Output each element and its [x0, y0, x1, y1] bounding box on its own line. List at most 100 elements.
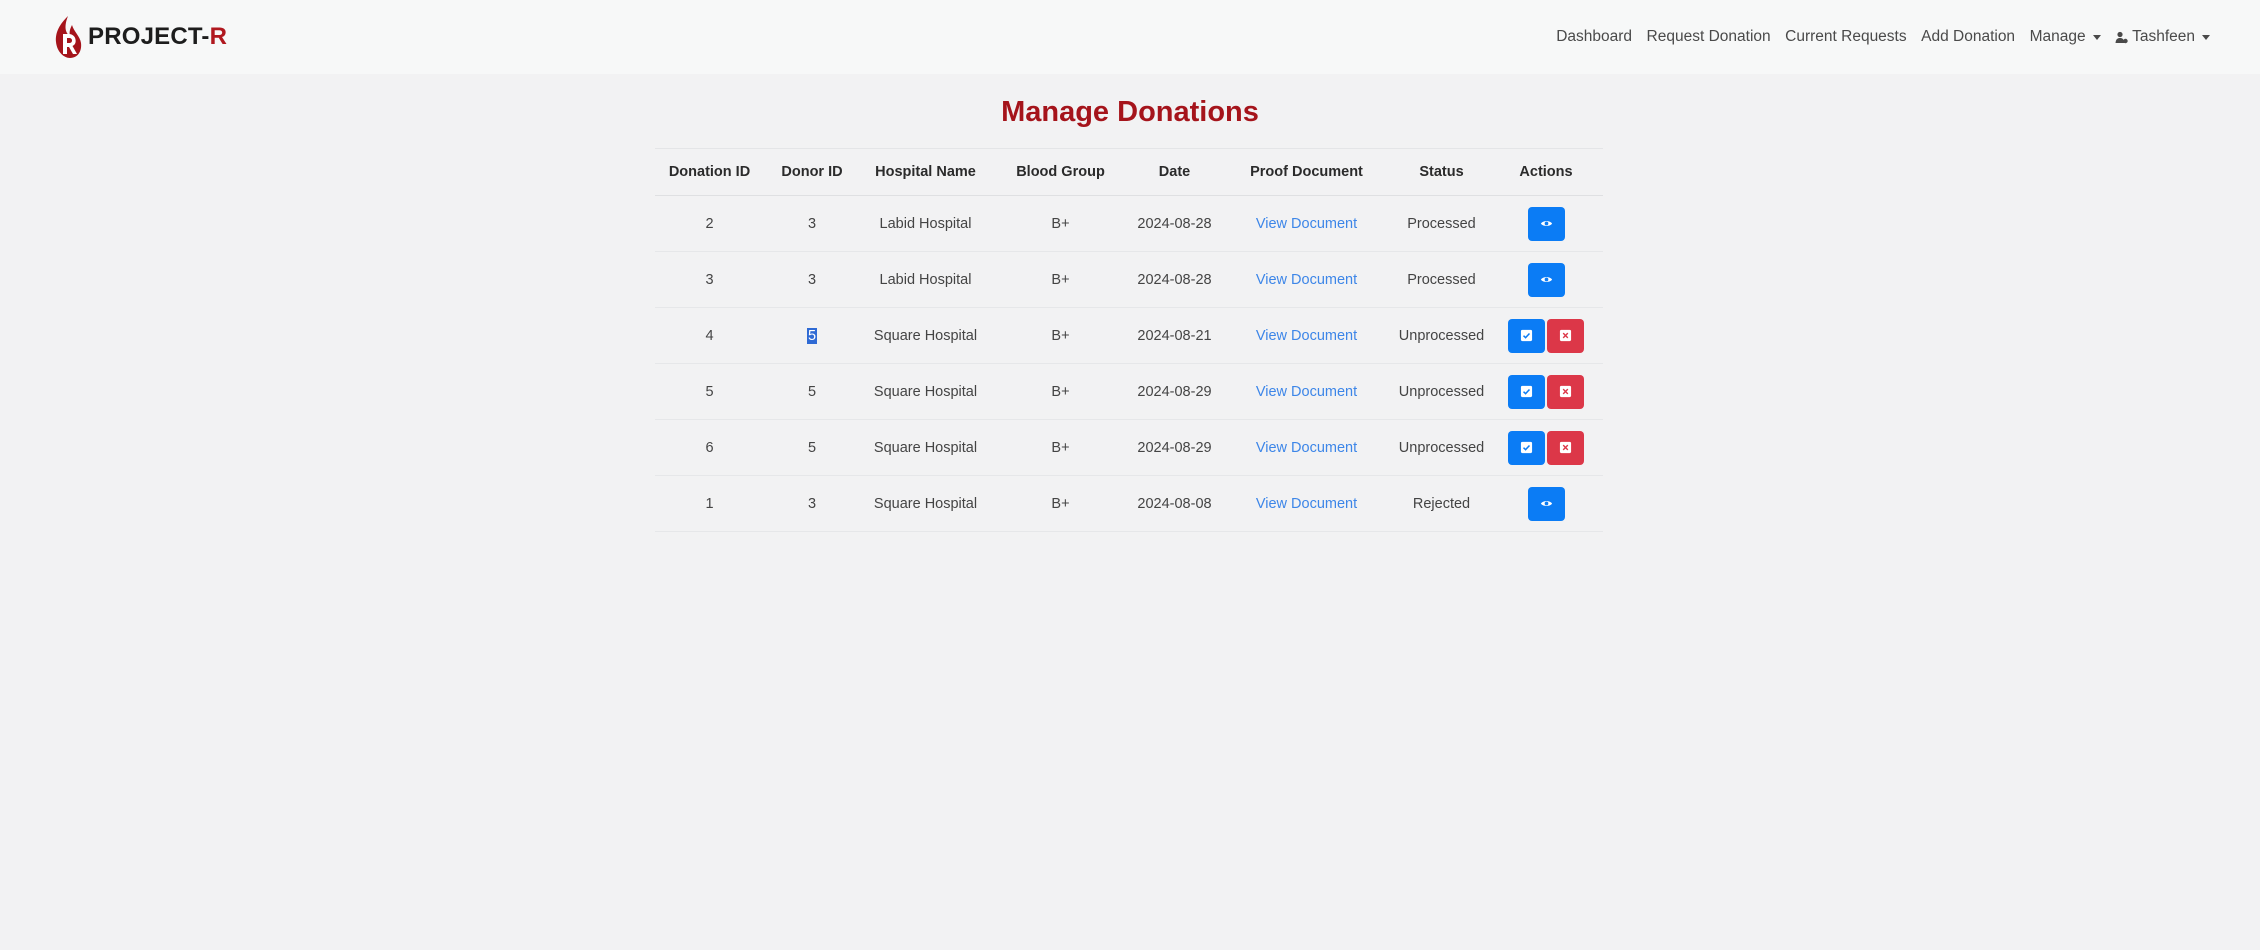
- cell-donor-id: 3: [764, 195, 860, 252]
- donations-table: Donation ID Donor ID Hospital Name Blood…: [655, 148, 1603, 532]
- col-header-donor-id: Donor ID: [764, 148, 860, 196]
- nav-user-dropdown[interactable]: Tashfeen: [2115, 28, 2210, 46]
- cell-proof-document: View Document: [1219, 251, 1394, 308]
- cell-donor-id: 3: [764, 475, 860, 532]
- cell-actions: [1489, 195, 1603, 252]
- reject-button[interactable]: [1547, 374, 1584, 409]
- cell-status: Rejected: [1394, 475, 1489, 532]
- check-square-icon: [1520, 329, 1533, 342]
- cell-status: Processed: [1394, 251, 1489, 308]
- flame-r-logo-icon: [55, 16, 82, 58]
- view-document-link[interactable]: View Document: [1256, 440, 1357, 456]
- cell-proof-document: View Document: [1219, 307, 1394, 364]
- eye-icon: [1540, 497, 1553, 510]
- cell-donor-id: 5: [764, 307, 860, 364]
- cell-donation-id: 5: [655, 363, 764, 420]
- cell-date: 2024-08-08: [1130, 475, 1219, 532]
- cell-hospital-name: Square Hospital: [860, 307, 991, 364]
- table-row: 3 3 Labid Hospital B+ 2024-08-28 View Documen…: [655, 251, 1603, 308]
- view-document-link[interactable]: View Document: [1256, 272, 1357, 288]
- cell-date: 2024-08-29: [1130, 363, 1219, 420]
- cell-blood-group: B+: [991, 475, 1130, 532]
- cell-blood-group: B+: [991, 419, 1130, 476]
- view-document-link[interactable]: View Document: [1256, 384, 1357, 400]
- cell-hospital-name: Square Hospital: [860, 363, 991, 420]
- check-square-icon: [1520, 441, 1533, 454]
- cell-status: Unprocessed: [1394, 363, 1489, 420]
- cell-proof-document: View Document: [1219, 475, 1394, 532]
- chevron-down-icon: [2202, 34, 2210, 40]
- nav-request-donation[interactable]: Request Donation: [1647, 28, 1771, 46]
- cell-blood-group: B+: [991, 363, 1130, 420]
- cell-donor-id: 3: [764, 251, 860, 308]
- nav-current-requests[interactable]: Current Requests: [1785, 28, 1906, 46]
- cell-actions: [1489, 419, 1603, 476]
- col-header-hospital-name: Hospital Name: [860, 148, 991, 196]
- cell-actions: [1489, 307, 1603, 364]
- cell-date: 2024-08-28: [1130, 195, 1219, 252]
- table-row: 1 3 Square Hospital B+ 2024-08-08 View Docume…: [655, 475, 1603, 532]
- table-header-row: Donation ID Donor ID Hospital Name Blood…: [655, 148, 1603, 196]
- approve-button[interactable]: [1508, 430, 1545, 465]
- cell-status: Unprocessed: [1394, 419, 1489, 476]
- table-body: 2 3 Labid Hospital B+ 2024-08-28 View Documen…: [655, 195, 1603, 532]
- top-navbar: PROJECT-R Dashboard Request Donation Cur…: [0, 0, 2260, 74]
- nav-add-donation[interactable]: Add Donation: [1921, 28, 2015, 46]
- nav-links: Dashboard Request Donation Current Reque…: [1542, 28, 2210, 46]
- reject-button[interactable]: [1547, 318, 1584, 353]
- view-document-link[interactable]: View Document: [1256, 328, 1357, 344]
- col-header-date: Date: [1130, 148, 1219, 196]
- cell-proof-document: View Document: [1219, 195, 1394, 252]
- view-button[interactable]: [1527, 206, 1565, 241]
- cell-blood-group: B+: [991, 195, 1130, 252]
- cell-hospital-name: Square Hospital: [860, 475, 991, 532]
- cell-blood-group: B+: [991, 251, 1130, 308]
- table-row: 2 3 Labid Hospital B+ 2024-08-28 View Documen…: [655, 195, 1603, 252]
- x-square-icon: [1559, 441, 1572, 454]
- cell-donation-id: 1: [655, 475, 764, 532]
- cell-status: Processed: [1394, 195, 1489, 252]
- cell-status: Unprocessed: [1394, 307, 1489, 364]
- x-square-icon: [1559, 329, 1572, 342]
- approve-button[interactable]: [1508, 318, 1545, 353]
- cell-donor-id: 5: [764, 419, 860, 476]
- view-document-link[interactable]: View Document: [1256, 496, 1357, 512]
- cell-date: 2024-08-29: [1130, 419, 1219, 476]
- page-title: Manage Donations: [1001, 96, 1259, 128]
- view-button[interactable]: [1527, 486, 1565, 521]
- eye-icon: [1540, 217, 1553, 230]
- cell-proof-document: View Document: [1219, 419, 1394, 476]
- x-square-icon: [1559, 385, 1572, 398]
- brand-name: PROJECT-R: [88, 23, 228, 50]
- cell-actions: [1489, 251, 1603, 308]
- approve-button[interactable]: [1508, 374, 1545, 409]
- col-header-donation-id: Donation ID: [655, 148, 764, 196]
- eye-icon: [1540, 273, 1553, 286]
- cell-donation-id: 3: [655, 251, 764, 308]
- cell-date: 2024-08-21: [1130, 307, 1219, 364]
- cell-donation-id: 2: [655, 195, 764, 252]
- nav-user-name: Tashfeen: [2132, 28, 2195, 45]
- table-row: 6 5 Square Hospital B+ 2024-08-29 View Docume…: [655, 419, 1603, 476]
- cell-hospital-name: Labid Hospital: [860, 195, 991, 252]
- view-button[interactable]: [1527, 262, 1565, 297]
- cell-proof-document: View Document: [1219, 363, 1394, 420]
- cell-donor-id: 5: [764, 363, 860, 420]
- chevron-down-icon: [2092, 34, 2101, 40]
- cell-date: 2024-08-28: [1130, 251, 1219, 308]
- col-header-proof-document: Proof Document: [1219, 148, 1394, 196]
- view-document-link[interactable]: View Document: [1256, 216, 1357, 232]
- cell-hospital-name: Square Hospital: [860, 419, 991, 476]
- col-header-status: Status: [1394, 148, 1489, 196]
- cell-actions: [1489, 363, 1603, 420]
- cell-donation-id: 6: [655, 419, 764, 476]
- donor-id-selection: 5: [806, 327, 818, 344]
- reject-button[interactable]: [1547, 430, 1584, 465]
- cell-blood-group: B+: [991, 307, 1130, 364]
- nav-manage-dropdown[interactable]: Manage: [2030, 28, 2101, 46]
- nav-dashboard[interactable]: Dashboard: [1556, 28, 1632, 46]
- col-header-blood-group: Blood Group: [991, 148, 1130, 196]
- col-header-actions: Actions: [1489, 148, 1603, 196]
- brand-logo[interactable]: PROJECT-R: [52, 14, 227, 60]
- check-square-icon: [1520, 385, 1533, 398]
